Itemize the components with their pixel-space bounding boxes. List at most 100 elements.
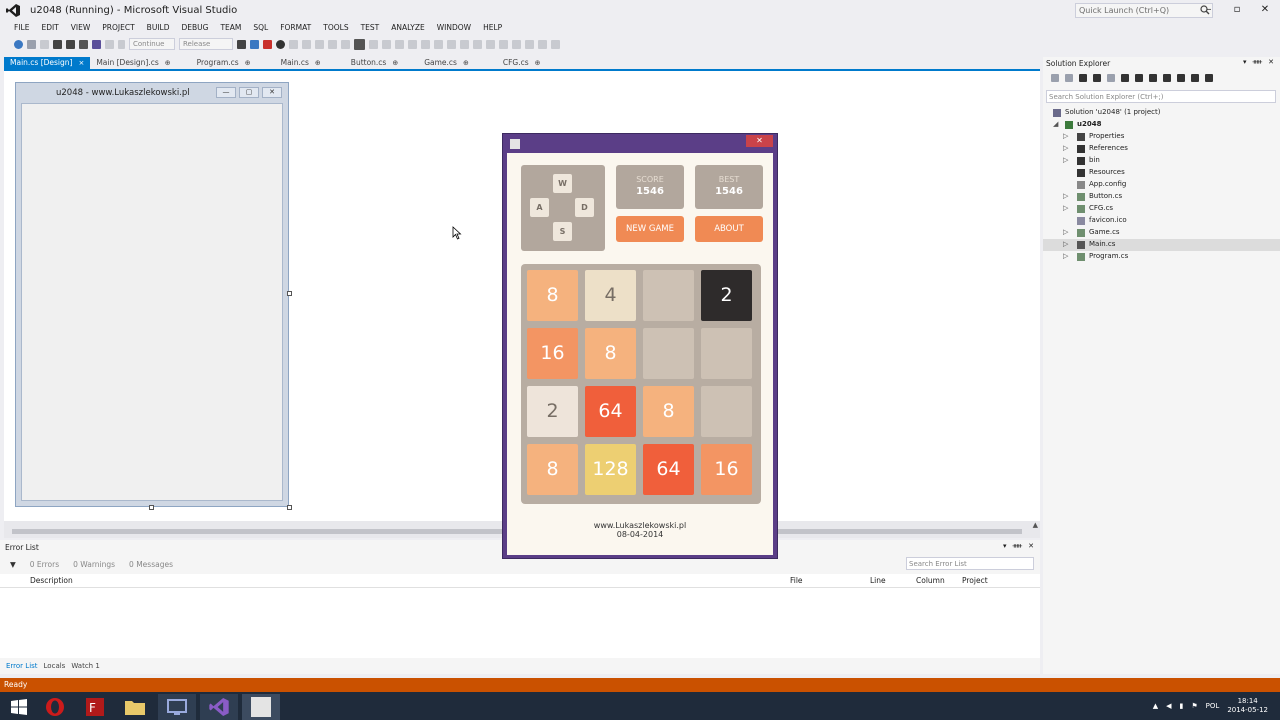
undo-icon[interactable]: [92, 39, 101, 49]
menu-project[interactable]: PROJECT: [96, 21, 140, 35]
minimize-button[interactable]: –: [1204, 4, 1214, 15]
align-bottom-icon[interactable]: [421, 39, 430, 49]
taskbar-opera[interactable]: [36, 694, 74, 720]
menu-sql[interactable]: SQL: [247, 21, 274, 35]
designer-form[interactable]: u2048 - www.Lukaszlekowski.pl — ▢ ✕: [15, 82, 289, 507]
errors-filter-button[interactable]: 0 Errors: [30, 560, 59, 569]
sync-icon[interactable]: [1093, 74, 1101, 82]
back-icon[interactable]: [1051, 74, 1059, 82]
tree-item[interactable]: ▷ Program.cs: [1043, 251, 1280, 263]
select-icon[interactable]: [354, 38, 365, 50]
pending-changes-icon[interactable]: [1107, 74, 1115, 82]
collapsed-arrow-icon[interactable]: ▷: [1063, 192, 1068, 200]
attach-icon[interactable]: [237, 39, 246, 49]
center-horizontally-icon[interactable]: [499, 39, 508, 49]
new-game-button[interactable]: NEW GAME: [616, 216, 684, 242]
close-panel-icon[interactable]: ✕: [1268, 58, 1274, 66]
tree-item-selected[interactable]: ▷ Main.cs: [1043, 239, 1280, 251]
restart-icon[interactable]: [276, 39, 285, 49]
tree-item[interactable]: favicon.ico: [1043, 215, 1280, 227]
tab-watch-1[interactable]: Watch 1: [71, 662, 99, 670]
menu-tools[interactable]: TOOLS: [317, 21, 354, 35]
save-all-icon[interactable]: [66, 39, 75, 49]
clock[interactable]: 18:14 2014-05-12: [1227, 697, 1268, 715]
tab-main-design[interactable]: Main.cs [Design] ⨯: [4, 57, 91, 69]
tree-item[interactable]: ▷ bin: [1043, 155, 1280, 167]
menu-format[interactable]: FORMAT: [274, 21, 317, 35]
tab-order-icon[interactable]: [551, 39, 560, 49]
designer-form-client[interactable]: [21, 103, 283, 501]
tab-main-designer-cs[interactable]: Main [Design].cs ⊕: [90, 57, 176, 69]
pin-icon[interactable]: ⊕: [315, 59, 321, 67]
view-designer-icon[interactable]: [1205, 74, 1213, 82]
new-project-icon[interactable]: [14, 39, 23, 49]
collapsed-arrow-icon[interactable]: ▷: [1063, 144, 1068, 152]
tab-button-cs[interactable]: Button.cs ⊕: [345, 57, 404, 69]
layout-icon[interactable]: [328, 39, 337, 49]
open-icon[interactable]: [79, 39, 88, 49]
collapsed-arrow-icon[interactable]: ▷: [1063, 132, 1068, 140]
stop-icon[interactable]: [263, 39, 272, 49]
same-size-icon[interactable]: [460, 39, 469, 49]
menu-edit[interactable]: EDIT: [35, 21, 64, 35]
menu-debug[interactable]: DEBUG: [175, 21, 214, 35]
menu-test[interactable]: TEST: [355, 21, 386, 35]
view-code-icon[interactable]: [1177, 74, 1185, 82]
messages-filter-button[interactable]: 0 Messages: [129, 560, 173, 569]
speaker-icon[interactable]: ◀: [1166, 702, 1171, 710]
tree-item[interactable]: ◢ u2048: [1043, 119, 1280, 131]
align-right-icon[interactable]: [382, 39, 391, 49]
pin-icon[interactable]: ᚔ: [1253, 58, 1263, 66]
save-icon[interactable]: [53, 39, 62, 49]
send-back-icon[interactable]: [538, 39, 547, 49]
maximize-button[interactable]: ▫: [1232, 4, 1242, 15]
scroll-up-icon[interactable]: ▲: [1033, 521, 1038, 529]
tab-game-cs[interactable]: Game.cs ⊕: [418, 57, 475, 69]
step-over-icon[interactable]: [302, 39, 311, 49]
pin-icon[interactable]: ⊕: [392, 59, 398, 67]
redo-icon[interactable]: [105, 39, 114, 49]
refresh-icon[interactable]: [1121, 74, 1129, 82]
continue-button[interactable]: Continue: [129, 38, 175, 50]
center-vertically-icon[interactable]: [512, 39, 521, 49]
pin-icon[interactable]: ⊕: [245, 59, 251, 67]
same-height-icon[interactable]: [447, 39, 456, 49]
properties-icon[interactable]: [1191, 74, 1199, 82]
grid-icon[interactable]: [473, 39, 482, 49]
collapse-all-icon[interactable]: [1135, 74, 1143, 82]
menu-build[interactable]: BUILD: [141, 21, 176, 35]
game-window[interactable]: ✕ W A D S SCORE 1546 BEST 1546 NEW GAME …: [502, 133, 778, 559]
collapsed-arrow-icon[interactable]: ▷: [1063, 204, 1068, 212]
tab-program-cs[interactable]: Program.cs ⊕: [191, 57, 257, 69]
align-middle-icon[interactable]: [408, 39, 417, 49]
tree-item[interactable]: ▷ Properties: [1043, 131, 1280, 143]
taskbar-u2048[interactable]: [242, 694, 280, 720]
pin-icon[interactable]: ᚔ: [1013, 542, 1023, 550]
bring-front-icon[interactable]: [525, 39, 534, 49]
tree-item[interactable]: Resources: [1043, 167, 1280, 179]
network-icon[interactable]: ▮: [1180, 702, 1184, 710]
collapsed-arrow-icon[interactable]: ▷: [1063, 252, 1068, 260]
game-close-button[interactable]: ✕: [746, 135, 773, 147]
close-panel-icon[interactable]: ✕: [1028, 542, 1034, 550]
tab-error-list[interactable]: Error List: [6, 662, 38, 670]
show-all-files-icon[interactable]: [1149, 74, 1157, 82]
about-button[interactable]: ABOUT: [695, 216, 763, 242]
pin-icon[interactable]: ⊕: [535, 59, 541, 67]
copy-icon[interactable]: [1163, 74, 1171, 82]
solution-explorer-search-input[interactable]: Search Solution Explorer (Ctrl+;): [1046, 90, 1276, 103]
menu-window[interactable]: WINDOW: [431, 21, 477, 35]
forward-icon[interactable]: [1065, 74, 1073, 82]
expanded-arrow-icon[interactable]: ◢: [1053, 120, 1058, 128]
menu-analyze[interactable]: ANALYZE: [385, 21, 431, 35]
align-center-icon[interactable]: [369, 39, 378, 49]
tree-item[interactable]: ▷ Game.cs: [1043, 227, 1280, 239]
tab-locals[interactable]: Locals: [44, 662, 66, 670]
close-button[interactable]: ✕: [1260, 4, 1270, 15]
solution-config-select[interactable]: Release: [179, 38, 233, 50]
step-into-icon[interactable]: [289, 39, 298, 49]
tab-cfg-cs[interactable]: CFG.cs ⊕: [497, 57, 547, 69]
col-project[interactable]: Project: [962, 576, 988, 585]
dropdown-icon[interactable]: ▾: [1243, 58, 1247, 66]
break-all-icon[interactable]: [250, 39, 259, 49]
